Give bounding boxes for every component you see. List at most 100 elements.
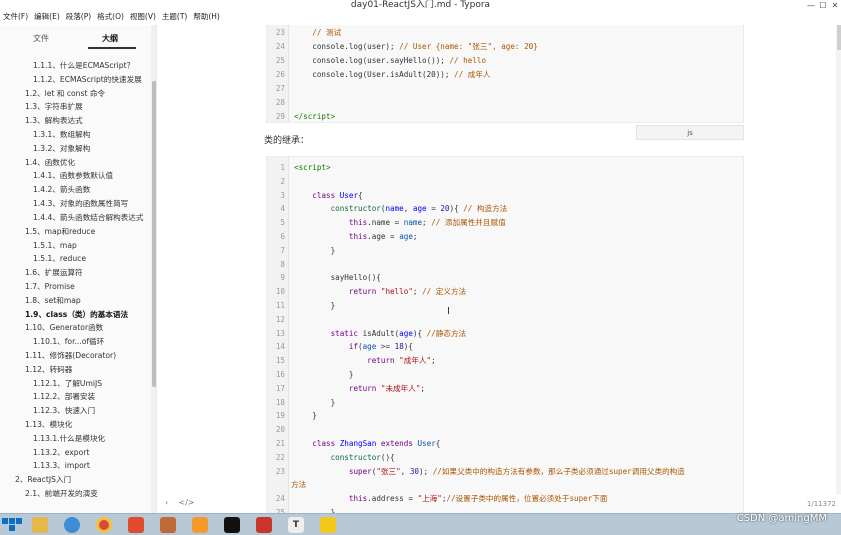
code-language-input[interactable]: js	[636, 125, 744, 140]
outline-item[interactable]: 1.13.2、export	[0, 446, 150, 460]
menu-help[interactable]: 帮助(H)	[190, 11, 223, 23]
code-line: 26 console.log(User.isAdult(20)); // 成年人	[267, 68, 745, 82]
line-number: 8	[280, 259, 285, 269]
code-text: this.address = "上海";//设置子类中的属性，位置必须处于sup…	[348, 494, 608, 504]
outline-item[interactable]: 1.4、函数优化	[0, 156, 150, 170]
outline-item[interactable]: 1.3.1、数组解构	[0, 128, 150, 142]
line-number: 25	[275, 56, 285, 65]
word-count[interactable]: 1/11372	[807, 500, 836, 508]
code-line: 11 }	[267, 299, 745, 313]
outline-item[interactable]: 1.1.2、ECMAScript的快速发展	[0, 73, 150, 87]
outline-item[interactable]: 1.12.1、了解UmiJS	[0, 377, 150, 391]
text-cursor-icon: I	[447, 306, 450, 317]
code-text: // 测试	[312, 28, 342, 37]
chrome-icon[interactable]	[90, 515, 118, 535]
typora-icon[interactable]: T	[282, 515, 310, 535]
outline-item[interactable]: 1.3、字符串扩展	[0, 100, 150, 114]
sidebar-scroll-thumb[interactable]	[152, 81, 156, 387]
outline-item[interactable]: 1.13、模块化	[0, 418, 150, 432]
menu-format[interactable]: 格式(O)	[94, 11, 127, 23]
code-line: 24 this.address = "上海";//设置子类中的属性，位置必须处于…	[267, 492, 745, 506]
outline-item[interactable]: 1.13.3、import	[0, 459, 150, 473]
presentation-icon[interactable]	[250, 515, 278, 535]
watermark: CSDN @amingMM	[736, 513, 827, 524]
outline-item[interactable]: 1.7、Promise	[0, 280, 150, 294]
tab-outline[interactable]: 大纲	[102, 33, 118, 44]
outline-item[interactable]: 1.10.1、for...of循环	[0, 335, 150, 349]
line-number: 7	[280, 245, 285, 255]
outline-item[interactable]: 1.6、扩展运算符	[0, 266, 150, 280]
title-bar: day01-ReactJS入门.md - Typora — ☐ ✕	[0, 0, 841, 11]
tab-files[interactable]: 文件	[33, 33, 49, 44]
taskbar: T	[0, 513, 841, 535]
source-code-mode-button[interactable]: </>	[178, 498, 194, 507]
line-number: 12	[275, 314, 285, 324]
line-number: 11	[275, 301, 285, 310]
xmind-icon[interactable]	[122, 515, 150, 535]
outline-item[interactable]: 1.8、set和map	[0, 294, 150, 308]
maximize-button[interactable]: ☐	[817, 0, 829, 11]
code-line: 25 console.log(user.sayHello()); // hell…	[267, 54, 745, 68]
code-line: 17 return "未成年人";	[267, 382, 745, 396]
outline-item[interactable]: 1.11、修饰器(Decorator)	[0, 349, 150, 363]
app-icon[interactable]	[154, 515, 182, 535]
outline-item[interactable]: 2.1、前端开发的演变	[0, 487, 150, 501]
line-number: 14	[275, 342, 285, 352]
close-button[interactable]: ✕	[829, 0, 841, 11]
code-text: }	[294, 397, 336, 407]
menu-theme[interactable]: 主题(T)	[159, 11, 190, 23]
outline-item[interactable]: 1.3.2、对象解构	[0, 142, 150, 156]
code-text: this.age = age;	[348, 232, 418, 241]
outline-item[interactable]: 1.5、map和reduce	[0, 225, 150, 239]
editor-scrollbar[interactable]	[836, 25, 841, 495]
line-number: 1	[280, 163, 285, 172]
outline-item[interactable]: 1.10、Generator函数	[0, 321, 150, 335]
outline-item[interactable]: 1.3、解构表达式	[0, 114, 150, 128]
recorder-icon[interactable]	[314, 515, 342, 535]
outline-item[interactable]: 1.4.3、对象的函数属性简写	[0, 197, 150, 211]
outline-item[interactable]: 1.4.1、函数参数默认值	[0, 169, 150, 183]
line-number: 27	[275, 84, 285, 93]
windows-start-icon[interactable]	[2, 515, 22, 535]
outline-item[interactable]: 1.13.1.什么是模块化	[0, 432, 150, 446]
outline-item[interactable]: 1.5.1、reduce	[0, 252, 150, 266]
code-line: 23 super("张三", 30); //如果父类中的构造方法有参数，那么子类…	[267, 465, 745, 479]
outline-item[interactable]: 1.12.3、快速入门	[0, 404, 150, 418]
ie-browser-icon[interactable]	[58, 515, 86, 535]
outline-item[interactable]: 1.5.1、map	[0, 239, 150, 253]
line-number: 3	[280, 190, 285, 200]
line-number: 5	[280, 218, 285, 228]
outline-item[interactable]: 1.2、let 和 const 命令	[0, 87, 150, 101]
intellij-icon[interactable]	[218, 515, 246, 535]
code-line: 16 }	[267, 368, 745, 382]
outline-item[interactable]: 1.4.2、箭头函数	[0, 183, 150, 197]
code-line: 21 class ZhangSan extends User{	[267, 437, 745, 451]
code-text: if(age >= 18){	[348, 342, 413, 352]
line-number: 4	[280, 204, 285, 214]
menu-edit[interactable]: 编辑(E)	[31, 11, 63, 23]
outline-item[interactable]: 1.4.4、箭头函数结合解构表达式	[0, 211, 150, 225]
menu-paragraph[interactable]: 段落(P)	[63, 11, 94, 23]
line-number: 23	[275, 28, 285, 37]
sidebar-tabs: 文件 大纲	[0, 25, 150, 51]
editor[interactable]: 23 // 测试 24 console.log(user); // User {…	[158, 25, 841, 513]
code-text: 方法	[291, 480, 307, 490]
code-block-1[interactable]: 23 // 测试 24 console.log(user); // User {…	[266, 25, 744, 123]
code-block-2[interactable]: 1 <script> 2 3 class User{ 4 constructor(…	[266, 156, 744, 513]
outline-item[interactable]: 1.12、转码器	[0, 363, 150, 377]
menu-file[interactable]: 文件(F)	[0, 11, 31, 23]
outline-item[interactable]: 1.12.2、部署安装	[0, 390, 150, 404]
line-number: 17	[275, 383, 285, 393]
outline-item[interactable]: 1.1.1、什么是ECMAScript？	[0, 59, 150, 73]
menu-bar: 文件(F) 编辑(E) 段落(P) 格式(O) 视图(V) 主题(T) 帮助(H…	[0, 11, 841, 23]
editor-scroll-thumb[interactable]	[837, 25, 841, 50]
sublime-icon[interactable]	[186, 515, 214, 535]
outline-item[interactable]: 2、ReactJS入门	[0, 473, 150, 487]
outline-item-active[interactable]: 1.9、class（类）的基本语法	[0, 308, 150, 322]
code-text: console.log(User.isAdult(20)); // 成年人	[294, 70, 491, 79]
active-tab-indicator	[88, 47, 136, 49]
toggle-sidebar-button[interactable]: ‹	[165, 498, 168, 507]
minimize-button[interactable]: —	[805, 0, 817, 11]
file-explorer-icon[interactable]	[26, 515, 54, 535]
menu-view[interactable]: 视图(V)	[127, 11, 159, 23]
